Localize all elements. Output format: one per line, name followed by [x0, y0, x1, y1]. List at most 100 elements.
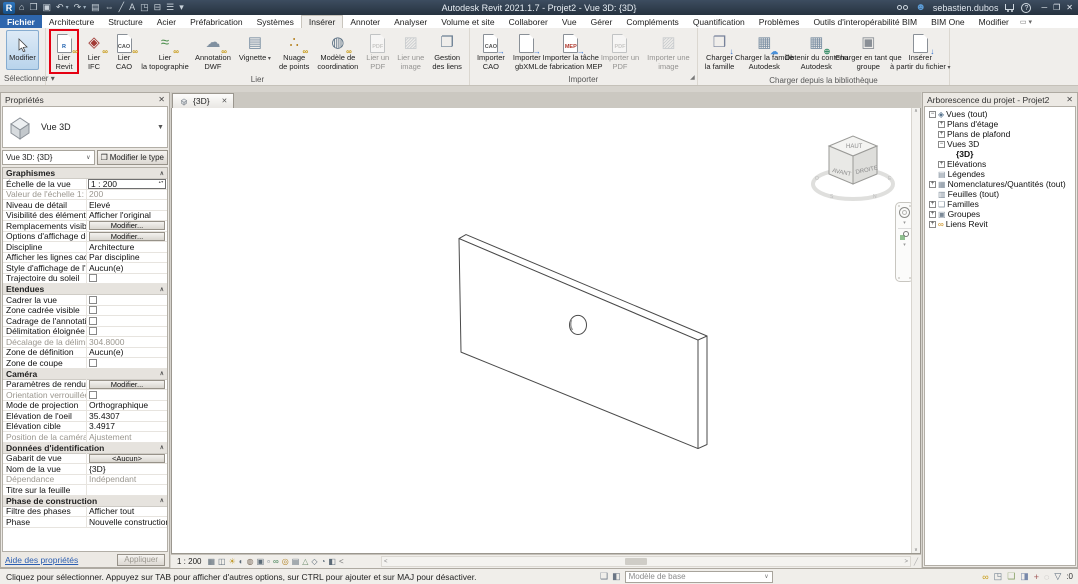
editable-only-icon[interactable]: ◧	[612, 571, 621, 582]
undo-caret-icon[interactable]: ▾	[66, 4, 69, 11]
project-browser-close-icon[interactable]: ✕	[1066, 95, 1073, 104]
undo-icon[interactable]: ↶	[56, 0, 64, 15]
ribbon-button-importer-une-image[interactable]: ▨Importer uneimage	[643, 29, 694, 74]
tree-item-familles[interactable]: +❑Familles	[925, 199, 1075, 209]
ribbon-button-modele-de-coordination[interactable]: ◍∞Modèle decoordination	[313, 29, 362, 74]
ribbon-button-importer-la-tache-de-fabrication-mep[interactable]: MEP→Importer la tâchede fabrication MEP	[545, 29, 597, 74]
crop-view-icon[interactable]: ▣	[257, 555, 265, 569]
resize-grip[interactable]: ╱	[911, 558, 921, 566]
reveal-hidden-elements-icon[interactable]: ◎	[282, 555, 289, 569]
view-tab-3d[interactable]: {3D} ✕	[172, 93, 234, 108]
tab-bim-one[interactable]: BIM One	[924, 15, 972, 28]
zoom-icon[interactable]	[900, 231, 909, 240]
sun-path-icon[interactable]: ☀	[229, 555, 236, 569]
ribbon-button-importer-cao[interactable]: CAO→ImporterCAO	[473, 29, 509, 74]
property-value[interactable]: {3D}	[87, 464, 167, 474]
ribbon-button-lier-revit[interactable]: R∞LierRevit	[49, 29, 79, 74]
ribbon-panel-label-lier[interactable]: Lier	[46, 74, 469, 86]
tab-outils-d-interoperabilite-bim[interactable]: Outils d'interopérabilité BIM	[806, 15, 924, 28]
visual-style-icon[interactable]: ◫	[218, 555, 226, 569]
exclude-options-icon[interactable]: ◨	[1020, 571, 1029, 582]
ribbon-button-importer-un-pdf[interactable]: PDFImporter unPDF	[597, 29, 643, 74]
worksharing-glasses-icon[interactable]: ∞	[982, 572, 988, 582]
checkbox[interactable]	[89, 327, 97, 335]
user-account[interactable]: sebastien.dubos	[933, 3, 999, 13]
show-crop-region-icon[interactable]: ▫	[267, 555, 270, 569]
scroll-up-icon[interactable]: ∧	[914, 108, 918, 114]
elevations-expander-icon[interactable]: +	[938, 161, 945, 168]
shadows-icon[interactable]: ◐	[239, 555, 244, 569]
section-collapse-icon[interactable]: ∧	[160, 444, 164, 451]
property-value[interactable]: 35.4307	[87, 411, 167, 421]
plans-de-plafond-expander-icon[interactable]: +	[938, 131, 945, 138]
tree-item-groupes[interactable]: +▣Groupes	[925, 209, 1075, 219]
ribbon-button-charger-en-tant-que-groupe[interactable]: ▣Charger en tant quegroupe	[842, 29, 894, 74]
section-header-graphismes[interactable]: Graphismes∧	[3, 168, 167, 179]
aligned-dimension-icon[interactable]: ╱	[119, 0, 124, 15]
tree-item-liens-revit[interactable]: +∞Liens Revit	[925, 219, 1075, 229]
active-workset-icon[interactable]: ❑	[1007, 571, 1015, 582]
property-value[interactable]: Orthographique	[87, 401, 167, 411]
tree-item-feuilles[interactable]: ▥Feuilles (tout)	[925, 189, 1075, 199]
section-header-camera[interactable]: Caméra∧	[3, 369, 167, 380]
ribbon-button-lier-la-topographie[interactable]: ≈∞Lierla topographie	[139, 29, 191, 74]
tab-volume-et-site[interactable]: Volume et site	[434, 15, 501, 28]
temporary-hide-isolate-icon[interactable]: ∞	[273, 555, 279, 569]
steering-wheel-icon[interactable]	[899, 207, 910, 218]
modify-button[interactable]: Modifier	[6, 30, 39, 70]
wall-3d-model[interactable]	[172, 108, 920, 553]
restore-button[interactable]: ❐	[1050, 3, 1063, 12]
edit-type-button[interactable]: ❐ Modifier le type	[97, 150, 168, 165]
checkbox[interactable]	[89, 359, 97, 367]
ribbon-button-charger-la-famille-autodesk[interactable]: ▦☁Charger la familleAutodesk	[738, 29, 790, 74]
search-icon[interactable]	[897, 5, 908, 10]
tree-item-vue-3d-active[interactable]: {3D}	[925, 149, 1075, 159]
ribbon-button-lier-une-image[interactable]: ▨Lier uneimage	[393, 29, 428, 74]
section-icon[interactable]: ⊟	[154, 0, 162, 15]
property-value[interactable]	[87, 485, 167, 495]
property-value[interactable]: Elevé	[87, 200, 167, 210]
value-button[interactable]: Modifier...	[89, 380, 165, 389]
property-value[interactable]: Afficher tout	[87, 507, 167, 517]
default-3d-view-icon[interactable]: ◳	[140, 0, 149, 15]
section-collapse-icon[interactable]: ∧	[160, 370, 164, 377]
scroll-right-icon[interactable]: >	[904, 559, 908, 565]
tree-item-legendes[interactable]: ▤Légendes	[925, 169, 1075, 179]
checkbox[interactable]	[89, 317, 97, 325]
type-selector[interactable]: Vue 3D ▼	[2, 106, 168, 148]
ribbon-button-lier-ifc[interactable]: ◈∞LierIFC	[79, 29, 109, 74]
tab-complements[interactable]: Compléments	[619, 15, 685, 28]
horizontal-scrollbar[interactable]: < >	[381, 556, 911, 567]
tree-item-vues-3d[interactable]: −Vues 3D	[925, 139, 1075, 149]
close-button[interactable]: ✕	[1063, 3, 1076, 12]
property-value[interactable]: Architecture	[87, 242, 167, 252]
rendering-dialog-icon[interactable]: ◍	[247, 555, 254, 569]
tab-problemes[interactable]: Problèmes	[752, 15, 807, 28]
checkbox[interactable]	[89, 296, 97, 304]
vertical-scrollbar[interactable]: ∧ ∨	[911, 108, 920, 553]
plans-d-etage-expander-icon[interactable]: +	[938, 121, 945, 128]
section-header-phase-de-construction[interactable]: Phase de construction∧	[3, 496, 167, 507]
scroll-left-icon[interactable]: <	[384, 559, 388, 565]
tab-architecture[interactable]: Architecture	[42, 15, 101, 28]
measure-icon[interactable]: ⇔	[105, 0, 114, 15]
value-button[interactable]: Modifier...	[89, 232, 165, 241]
open-icon[interactable]: ❒	[29, 0, 37, 15]
view-cube[interactable]: HAUT AVANT DROITE O E S N	[810, 122, 896, 226]
ribbon-button-annotation-dwf[interactable]: ☁∞AnnotationDWF	[191, 29, 235, 74]
customize-qat-icon[interactable]: ▾	[179, 0, 184, 15]
ribbon-button-obtenir-du-contenu-autodesk[interactable]: ▦⊕Obtenir du contenuAutodesk	[790, 29, 842, 74]
properties-help-link[interactable]: Aide des propriétés	[5, 555, 78, 565]
section-header-etendues[interactable]: Etendues∧	[3, 284, 167, 295]
property-value[interactable]: Aucun(e)	[87, 263, 167, 273]
text-icon[interactable]: A	[129, 0, 135, 15]
nomenclatures-expander-icon[interactable]: +	[929, 181, 936, 188]
collapse-icon[interactable]: <	[339, 555, 344, 569]
apply-button[interactable]: Appliquer	[117, 554, 165, 566]
tab-inserer[interactable]: Insérer	[301, 15, 343, 28]
redo-caret-icon[interactable]: ▾	[83, 4, 86, 11]
minimize-button[interactable]: ─	[1038, 3, 1050, 12]
groupes-expander-icon[interactable]: +	[929, 211, 936, 218]
ribbon-display-toggle[interactable]: ▭ ▾	[1020, 15, 1032, 28]
tree-item-plans-de-plafond[interactable]: +Plans de plafond	[925, 129, 1075, 139]
